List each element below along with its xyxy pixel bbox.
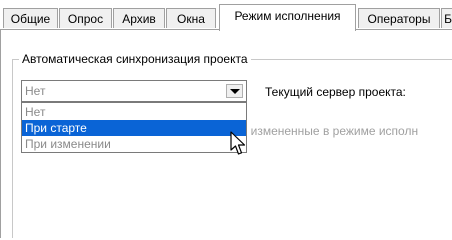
tab-polling-label: Опрос xyxy=(67,12,104,26)
tab-operators-label: Операторы xyxy=(367,12,431,26)
tab-archive-label: Архив xyxy=(122,12,156,26)
tab-polling[interactable]: Опрос xyxy=(59,8,112,28)
mouse-pointer-icon xyxy=(230,131,246,155)
tab-general-label: Общие xyxy=(10,12,51,26)
sync-option-on-start[interactable]: При старте xyxy=(22,120,246,136)
tab-operators[interactable]: Операторы xyxy=(358,8,440,28)
tab-runtime[interactable]: Режим исполнения xyxy=(219,4,356,31)
runtime-changes-hint: ки, измененные в режиме исполн xyxy=(232,124,419,138)
tab-archive[interactable]: Архив xyxy=(113,8,165,28)
tab-runtime-label: Режим исполнения xyxy=(234,9,341,23)
tab-strip: Общие Опрос Архив Окна Режим исполнения … xyxy=(0,0,452,31)
sync-mode-dropdown-list: Нет При старте При изменении xyxy=(21,102,247,153)
tab-windows-label: Окна xyxy=(177,12,205,26)
sync-mode-value: Нет xyxy=(25,84,46,98)
tab-windows[interactable]: Окна xyxy=(166,8,216,28)
chevron-down-icon[interactable] xyxy=(226,84,243,98)
tab-next-partial[interactable]: Б xyxy=(441,8,452,28)
sync-option-none[interactable]: Нет xyxy=(22,104,246,120)
sync-mode-combobox[interactable]: Нет xyxy=(21,80,247,102)
sync-option-on-change[interactable]: При изменении xyxy=(22,136,246,152)
tab-next-partial-label: Б xyxy=(444,12,452,26)
current-server-label: Текущий сервер проекта: xyxy=(265,85,406,99)
project-sync-group-title: Автоматическая синхронизация проекта xyxy=(19,52,251,66)
tab-general[interactable]: Общие xyxy=(3,8,58,28)
